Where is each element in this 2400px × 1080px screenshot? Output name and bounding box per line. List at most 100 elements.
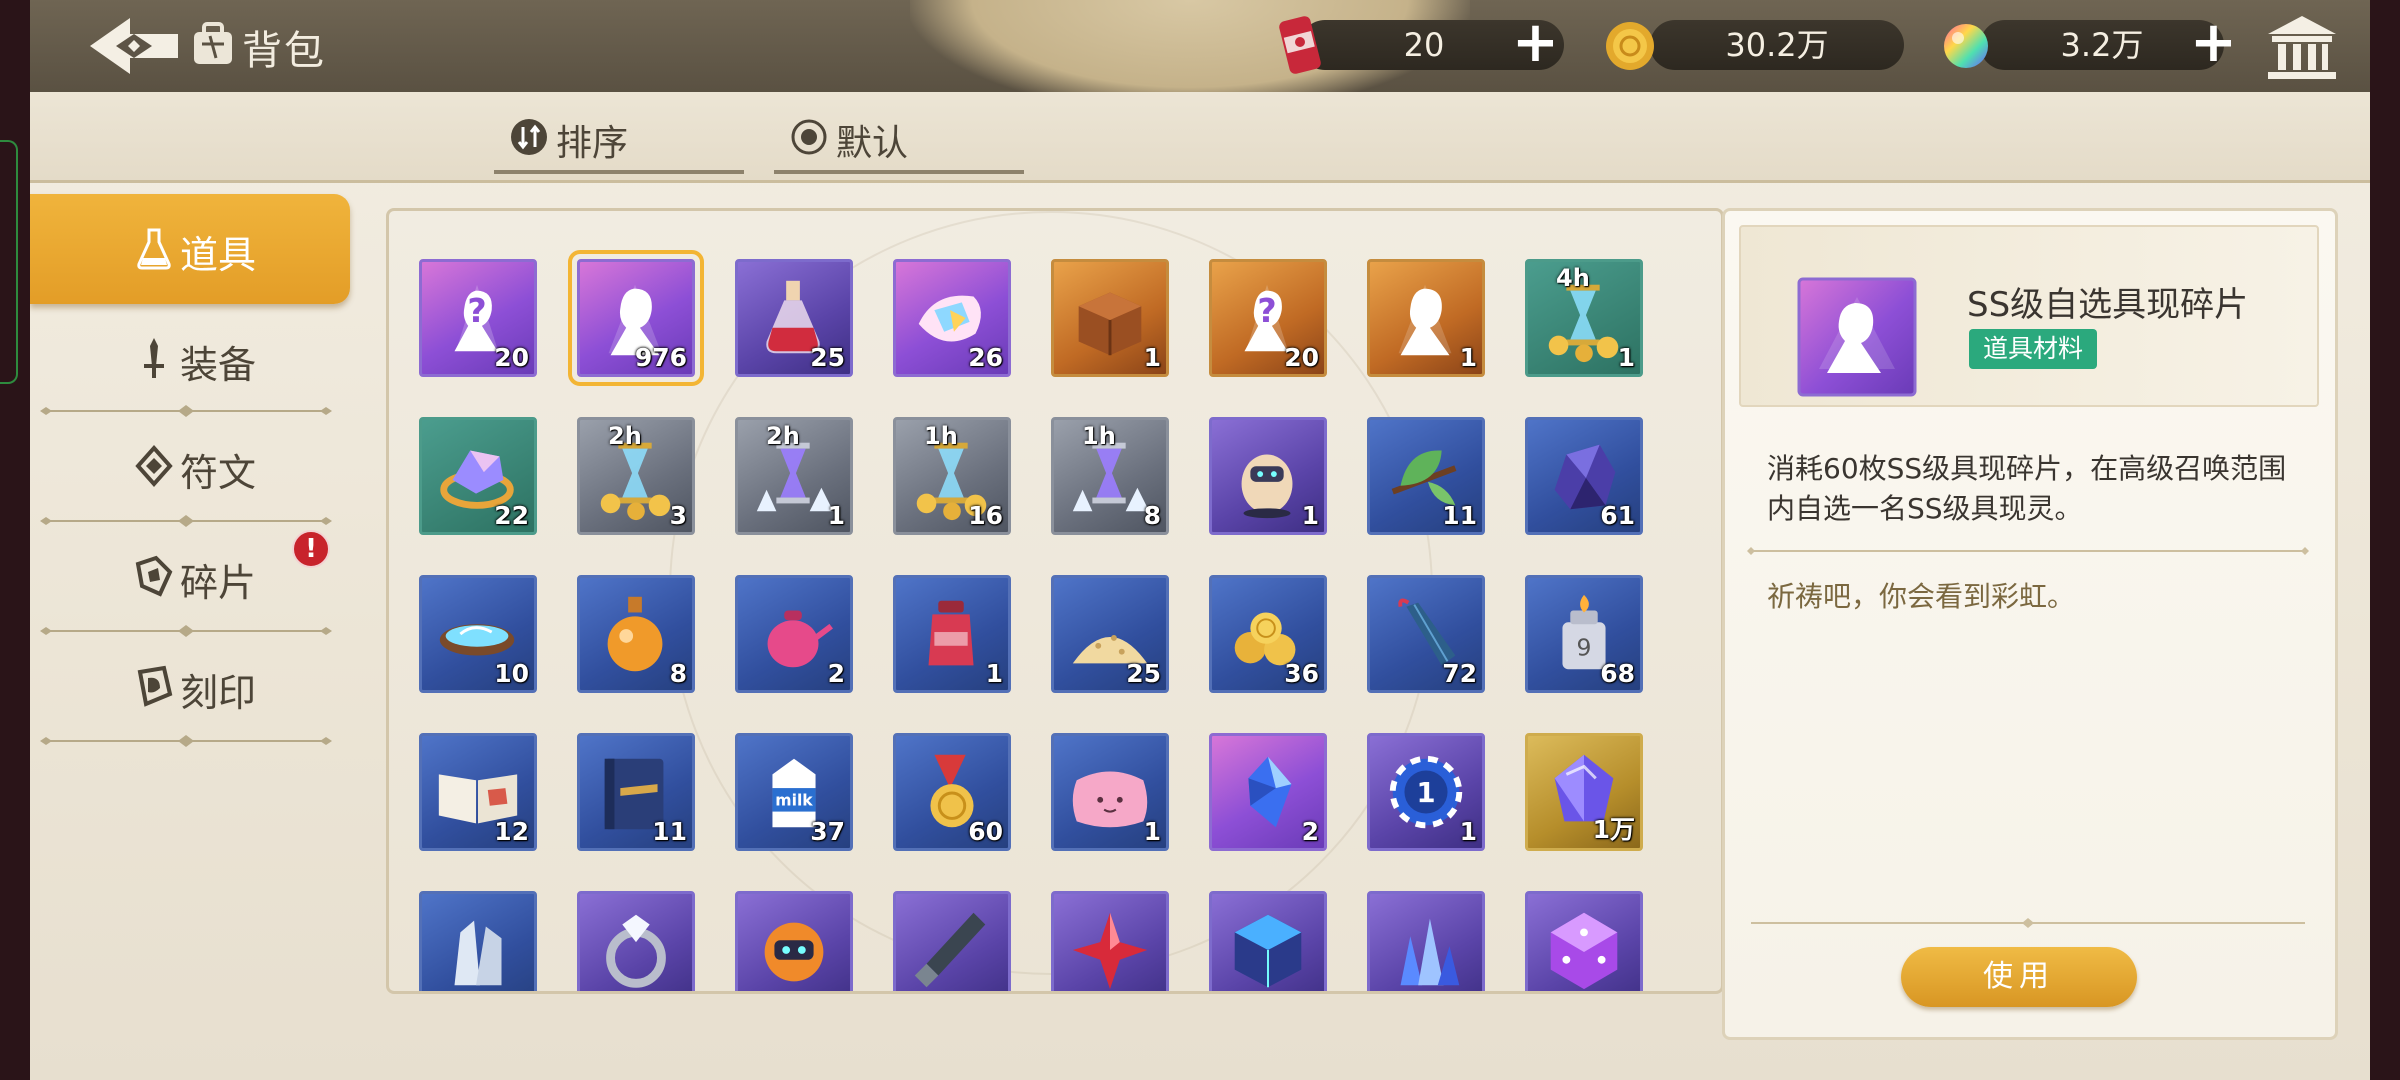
detail-divider (1747, 547, 2309, 555)
item-slot[interactable]: 1h 8 (1051, 417, 1169, 535)
tab-default-label: 默认 (836, 123, 909, 164)
item-slot[interactable]: 2h 3 (577, 417, 695, 535)
sword-icon (144, 338, 164, 378)
tab-sort[interactable]: 排序 (494, 112, 744, 174)
rune-icon (135, 444, 173, 488)
sidebar-item-label: 装备 (180, 343, 257, 387)
item-count: 25 (810, 343, 845, 372)
item-slot[interactable] (1525, 891, 1643, 991)
item-slot[interactable] (1367, 891, 1485, 991)
item-slot[interactable] (1051, 891, 1169, 991)
item-count: 25 (1126, 659, 1161, 688)
item-slot[interactable]: 11 (1367, 417, 1485, 535)
add-gem-button[interactable]: + (2190, 15, 2237, 71)
item-slot[interactable] (893, 891, 1011, 991)
item-count: 12 (494, 817, 529, 846)
sidebar-item-props[interactable]: 道具 (30, 194, 350, 304)
item-count: 2 (1301, 817, 1319, 846)
dark-blade-icon (914, 912, 986, 988)
gold-coin-icon (1606, 22, 1654, 70)
item-slot[interactable]: 72 (1367, 575, 1485, 693)
item-slot[interactable]: 4h 1 (1525, 259, 1643, 377)
sidebar-item-label: 碎片 (180, 561, 257, 605)
item-count: 20 (494, 343, 529, 372)
item-slot[interactable]: 26 (893, 259, 1011, 377)
blue-crystal-cluster-icon (1400, 918, 1460, 986)
item-count: 3 (669, 501, 687, 530)
detail-item-name: SS级自选具现碎片 (1967, 285, 2249, 325)
svg-text:milk: milk (775, 791, 813, 810)
item-slot[interactable]: 36 (1209, 575, 1327, 693)
item-slot[interactable]: 22 (419, 417, 537, 535)
item-grid[interactable]: ? 20 976 25 26 1? 20 1 4h 1 22 2h 3 2h 1 1h 16 1h 8 1 11 61 10… (389, 211, 1721, 991)
item-slot[interactable]: 10 (419, 575, 537, 693)
purple-die-icon (1550, 912, 1618, 990)
item-slot[interactable]: ? 20 (419, 259, 537, 377)
item-slot[interactable]: 1万 (1525, 733, 1643, 851)
sidebar-item-rune[interactable]: 符文 (30, 412, 350, 522)
fragment-alert-badge: ! (292, 530, 330, 568)
back-arrow-icon[interactable] (86, 12, 182, 80)
item-count: 11 (1442, 501, 1477, 530)
stamina-drink-icon (1279, 16, 1321, 74)
svg-text:1: 1 (1416, 778, 1435, 809)
cyber-cube-icon (1234, 914, 1302, 988)
item-slot[interactable]: 2h 1 (735, 417, 853, 535)
detail-description: 消耗60枚SS级具现碎片，在高级召唤范围内自选一名SS级具现灵。 (1767, 452, 2287, 525)
item-slot[interactable]: 9 68 (1525, 575, 1643, 693)
item-slot[interactable]: 11 (1367, 733, 1485, 851)
rainbow-gem-icon (1944, 24, 1988, 68)
item-slot[interactable]: 11 (577, 733, 695, 851)
svg-text:9: 9 (1577, 634, 1592, 662)
item-count: 8 (1143, 501, 1161, 530)
item-slot[interactable]: 12 (419, 733, 537, 851)
edge-strip (0, 140, 18, 384)
item-count: 72 (1442, 659, 1477, 688)
item-slot[interactable]: 1 (1367, 259, 1485, 377)
item-slot[interactable] (1209, 891, 1327, 991)
item-timer: 2h (608, 422, 642, 450)
red-crystal-icon (1072, 912, 1148, 990)
orange-robot-icon (764, 922, 824, 982)
sidebar-item-equipment[interactable]: 装备 (30, 304, 350, 414)
bank-icon[interactable] (2266, 14, 2338, 80)
gold-value: 30.2万 (1725, 26, 1829, 64)
tab-default[interactable]: 默认 (774, 112, 1024, 174)
item-slot[interactable]: 25 (735, 259, 853, 377)
item-count: 1 (1459, 817, 1477, 846)
item-count: 37 (810, 817, 845, 846)
item-grid-panel: ? 20 976 25 26 1? 20 1 4h 1 22 2h 3 2h 1 1h 16 1h 8 1 11 61 10… (386, 208, 1724, 994)
item-detail-panel: SS级自选具现碎片 道具材料 消耗60枚SS级具现碎片，在高级召唤范围内自选一名… (1722, 208, 2338, 1040)
detail-flavor-text: 祈祷吧，你会看到彩虹。 (1767, 580, 2076, 613)
item-slot[interactable] (577, 891, 695, 991)
item-slot[interactable]: ? 20 (1209, 259, 1327, 377)
item-slot[interactable] (419, 891, 537, 991)
item-slot[interactable]: 60 (893, 733, 1011, 851)
item-slot[interactable]: 2 (735, 575, 853, 693)
item-slot[interactable]: 1h 16 (893, 417, 1011, 535)
item-slot[interactable] (735, 891, 853, 991)
item-count: 22 (494, 501, 529, 530)
white-crystal-icon (454, 920, 502, 986)
item-slot[interactable]: milk 37 (735, 733, 853, 851)
item-timer: 1h (1082, 422, 1116, 450)
use-button[interactable]: 使用 (1901, 947, 2137, 1007)
add-stamina-button[interactable]: + (1512, 15, 1559, 71)
sidebar-item-engrave[interactable]: 刻印 (30, 632, 350, 742)
item-slot[interactable]: 25 (1051, 575, 1169, 693)
item-slot[interactable]: 1 (1209, 417, 1327, 535)
item-slot[interactable]: 1 (893, 575, 1011, 693)
item-count: 36 (1284, 659, 1319, 688)
item-slot[interactable]: 1 (1051, 259, 1169, 377)
item-count: 1 (827, 501, 845, 530)
tab-default-underline (774, 170, 1024, 174)
item-slot[interactable]: 2 (1209, 733, 1327, 851)
item-slot[interactable]: 8 (577, 575, 695, 693)
diamond-ring-icon (606, 914, 666, 988)
detail-item-icon (1797, 277, 1917, 397)
shard-icon (135, 555, 173, 597)
item-slot[interactable]: 61 (1525, 417, 1643, 535)
item-timer: 1h (924, 422, 958, 450)
tab-sort-underline (494, 170, 744, 174)
item-slot[interactable]: 1 (1051, 733, 1169, 851)
